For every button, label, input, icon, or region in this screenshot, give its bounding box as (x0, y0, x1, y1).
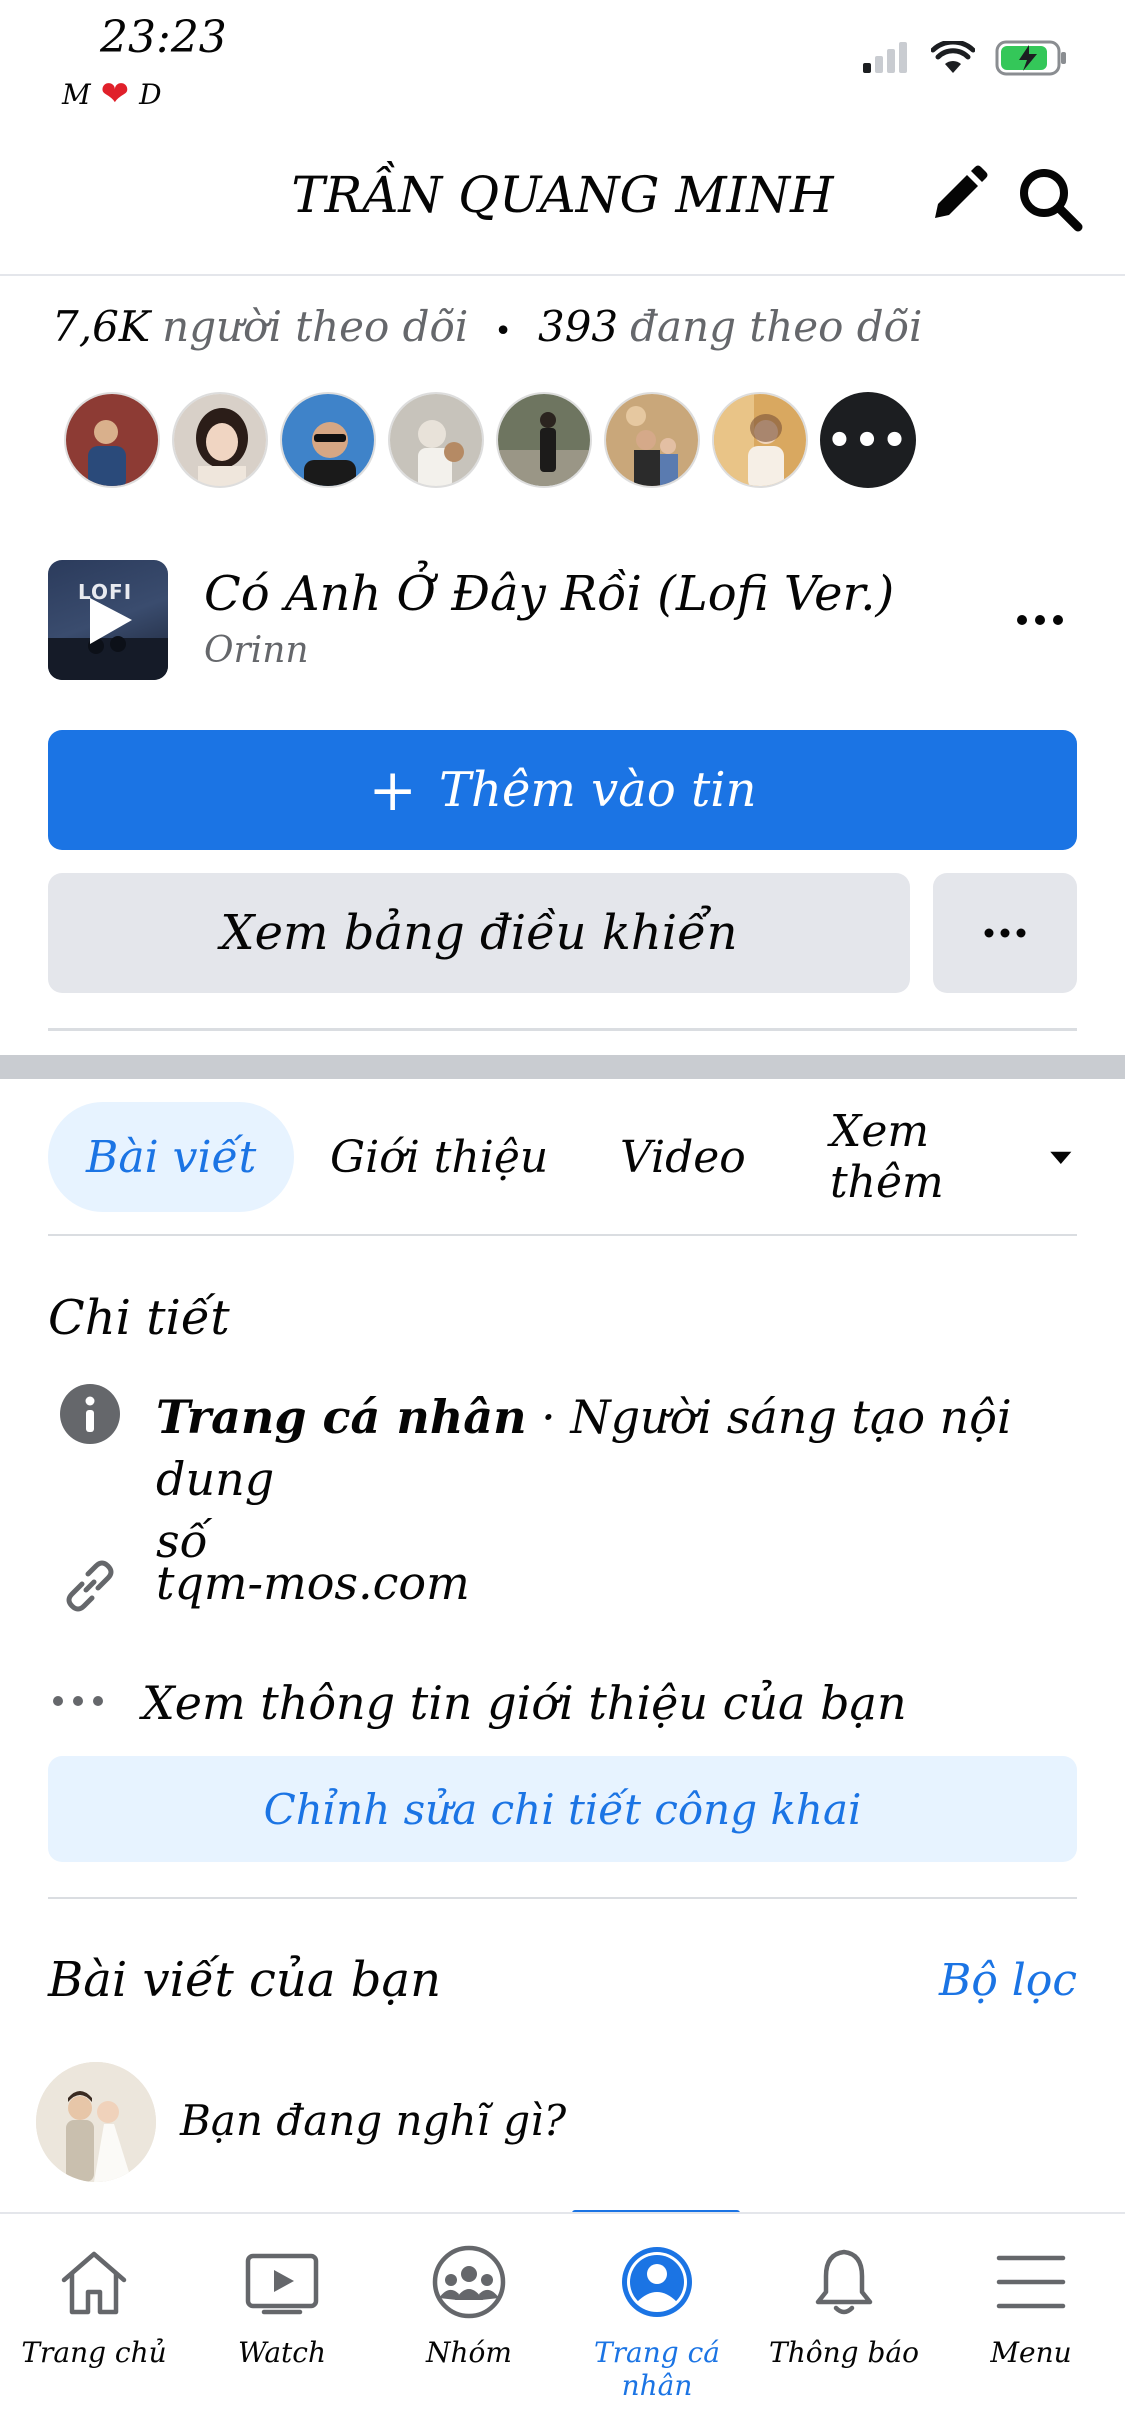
avatar[interactable] (36, 2062, 156, 2182)
search-icon[interactable] (1015, 164, 1085, 234)
follower-avatar[interactable] (388, 392, 484, 488)
music-cover[interactable]: LOFI (48, 560, 168, 680)
nav-menu-label: Menu (990, 2336, 1072, 2369)
more-followers-button[interactable]: ••• (820, 392, 916, 488)
more-options-icon[interactable] (1010, 600, 1070, 640)
nav-profile[interactable]: Trang cá nhân (563, 2214, 751, 2436)
status-carrier-right: D (139, 77, 162, 111)
nav-groups[interactable]: Nhóm (375, 2214, 563, 2436)
profile-category: Trang cá nhân · Người sáng tạo nội dung … (156, 1386, 1056, 1572)
nav-watch[interactable]: Watch (188, 2214, 376, 2436)
nav-menu[interactable]: Menu (937, 2214, 1125, 2436)
info-icon (60, 1384, 120, 1444)
follower-avatar[interactable] (604, 392, 700, 488)
follower-avatar[interactable] (64, 392, 160, 488)
profile-icon (622, 2247, 692, 2317)
filter-link[interactable]: Bộ lọc (939, 1955, 1077, 2006)
status-indicators (861, 40, 1069, 76)
tab-video[interactable]: Video (620, 1102, 746, 1212)
tab-see-more-label: Xem thêm (830, 1106, 944, 1208)
nav-watch-label: Watch (237, 2336, 326, 2369)
nav-profile-label: Trang cá nhân (594, 2336, 720, 2402)
website-link[interactable]: tqm-mos.com (156, 1556, 470, 1610)
follower-avatars: ••• (64, 392, 916, 488)
home-icon (61, 2251, 127, 2315)
status-time: 23:23 (100, 12, 227, 63)
status-carrier: M ❤ D (62, 74, 162, 114)
view-dashboard-button[interactable]: Xem bảng điều khiển (48, 873, 910, 993)
edit-public-details-button[interactable]: Chỉnh sửa chi tiết công khai (48, 1756, 1077, 1862)
link-icon (66, 1560, 114, 1612)
section-divider (0, 1055, 1125, 1079)
details-title: Chi tiết (48, 1290, 230, 1346)
tab-posts[interactable]: Bài viết (48, 1102, 295, 1212)
divider (48, 1234, 1077, 1236)
status-carrier-left: M (62, 77, 91, 111)
music-title[interactable]: Có Anh Ở Đây Rồi (Lofi Ver.) (204, 566, 894, 622)
music-artist[interactable]: Orinn (204, 630, 309, 671)
nav-notifications[interactable]: Thông báo (750, 2214, 938, 2436)
follower-avatar[interactable] (496, 392, 592, 488)
add-to-story-button[interactable]: + Thêm vào tin (48, 730, 1077, 850)
profile-more-button[interactable] (933, 873, 1077, 993)
profile-category-type: Trang cá nhân (156, 1390, 527, 1444)
follower-avatar[interactable] (172, 392, 268, 488)
profile-tabs: Bài viết Giới thiệu Video Xem thêm (48, 1102, 1077, 1212)
tab-about[interactable]: Giới thiệu (330, 1102, 548, 1212)
see-about-link[interactable]: Xem thông tin giới thiệu của bạn (142, 1676, 907, 1730)
your-posts-title: Bài viết của bạn (48, 1952, 441, 2008)
status-bar: 23:23 M ❤ D (0, 0, 1125, 120)
following-label[interactable]: đang theo dõi (630, 302, 922, 351)
tab-see-more[interactable]: Xem thêm (830, 1102, 1077, 1212)
following-count[interactable]: 393 (538, 302, 618, 351)
add-to-story-label: Thêm vào tin (439, 762, 757, 818)
followers-label[interactable]: người theo dõi (162, 302, 468, 351)
follow-stats: 7,6K người theo dõi • 393 đang theo dõi (52, 302, 922, 351)
followers-count[interactable]: 7,6K (52, 302, 150, 351)
separator-dot: • (494, 314, 512, 349)
heart-icon: ❤ (100, 74, 130, 114)
nav-home[interactable]: Trang chủ (0, 2214, 188, 2436)
more-horizontal-icon (53, 1696, 103, 1706)
battery-icon (995, 40, 1066, 76)
composer-input[interactable]: Bạn đang nghĩ gì? (180, 2096, 566, 2145)
nav-home-label: Trang chủ (21, 2336, 167, 2369)
nav-groups-label: Nhóm (426, 2336, 512, 2369)
signal-icon (863, 42, 907, 73)
wifi-icon (931, 41, 975, 73)
caret-down-icon (1050, 1151, 1072, 1165)
nav-notifications-label: Thông báo (769, 2336, 919, 2369)
divider (48, 1028, 1077, 1031)
view-dashboard-label: Xem bảng điều khiển (220, 905, 738, 961)
divider (48, 1897, 1077, 1899)
groups-icon (432, 2245, 506, 2319)
more-horizontal-icon (984, 928, 1026, 938)
bottom-navigation: Trang chủ Watch Nhóm Trang cá nhân Thông… (0, 2212, 1125, 2436)
follower-avatar[interactable] (280, 392, 376, 488)
play-icon (90, 598, 132, 644)
menu-icon (996, 2255, 1066, 2309)
edit-pencil-icon[interactable] (925, 164, 989, 228)
bell-icon (815, 2249, 873, 2315)
watch-icon (245, 2253, 319, 2315)
profile-header: TRẦN QUANG MINH (0, 120, 1125, 276)
follower-avatar[interactable] (712, 392, 808, 488)
plus-icon: + (368, 756, 418, 824)
